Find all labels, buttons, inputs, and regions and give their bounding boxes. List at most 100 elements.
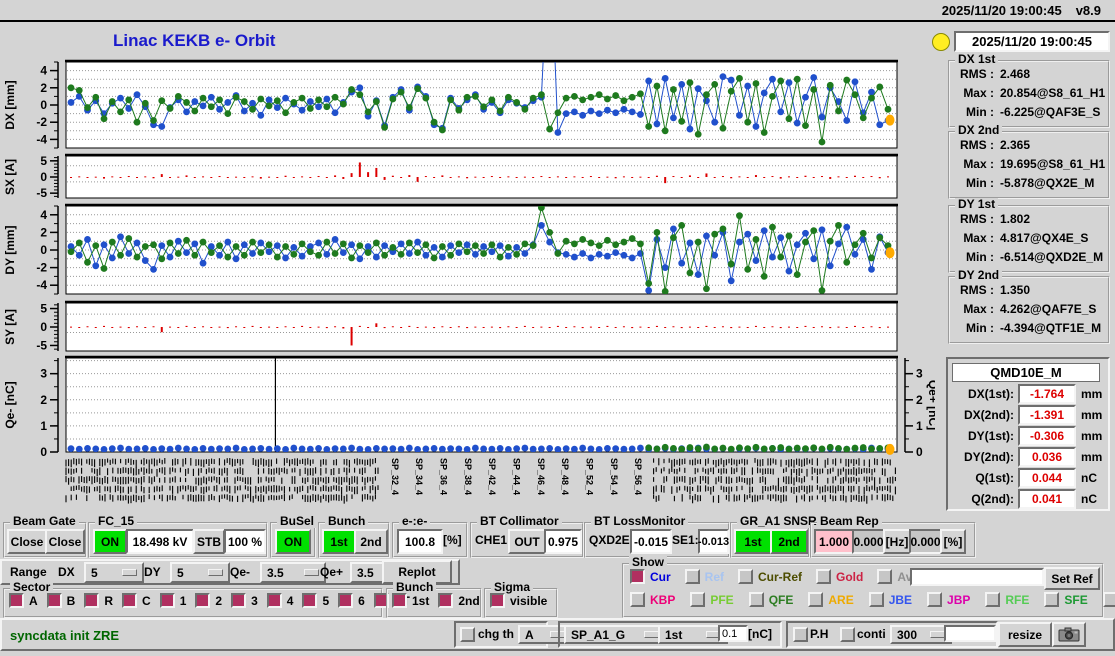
show-title: Show bbox=[629, 556, 667, 569]
range-qem-label: Qe- bbox=[230, 565, 250, 579]
monitor-row-unit: nC bbox=[1081, 492, 1097, 506]
sector-checkbox-c[interactable] bbox=[122, 593, 137, 608]
fc15-stb-button[interactable]: STB bbox=[193, 529, 225, 554]
beam-gate-close-2[interactable]: Close bbox=[45, 529, 85, 554]
bunch-2nd-button[interactable]: 2nd bbox=[354, 529, 388, 554]
sector-checkbox-1[interactable] bbox=[160, 593, 175, 608]
show-checkbox-gold[interactable] bbox=[816, 569, 831, 584]
busel-on-label: ON bbox=[284, 535, 302, 549]
sector-checkbox-5[interactable] bbox=[302, 593, 317, 608]
ph-checkbox[interactable] bbox=[793, 627, 808, 642]
sector-group: Sector ABRC123456BT bbox=[3, 588, 383, 618]
beam-gate-title: Beam Gate bbox=[10, 515, 79, 528]
show-label: JBE bbox=[889, 593, 912, 607]
show-checkbox-ave10[interactable] bbox=[877, 569, 892, 584]
show-checkbox-zre[interactable] bbox=[1103, 592, 1115, 607]
bunch-title: Bunch bbox=[325, 515, 368, 528]
sigma-checkbox-visible[interactable] bbox=[490, 593, 505, 608]
set-ref-button[interactable]: Set Ref bbox=[1044, 567, 1100, 590]
sp-bunch-value: 1st bbox=[665, 628, 682, 642]
resize-label: resize bbox=[1008, 628, 1042, 642]
show-item-jbp: JBP bbox=[927, 592, 970, 607]
sector-label: 5 bbox=[322, 594, 329, 608]
show-checkbox-kbp[interactable] bbox=[630, 592, 645, 607]
range-dx-select[interactable]: 5 bbox=[84, 562, 144, 583]
stat-row: Min :-5.878@QX2E_M bbox=[952, 174, 1105, 193]
qxd2e-label: QXD2E: bbox=[589, 533, 634, 547]
show-checkbox-are[interactable] bbox=[808, 592, 823, 607]
gr-a1-2nd-label: 2nd bbox=[778, 535, 799, 549]
sector-checkbox-2[interactable] bbox=[195, 593, 210, 608]
sector-label: 3 bbox=[251, 594, 258, 608]
bunch-check-label: 2nd bbox=[458, 594, 479, 608]
beam-gate-close-1[interactable]: Close bbox=[7, 529, 47, 554]
monitor-row-label: DX(2nd): bbox=[950, 408, 1014, 422]
show-label: Cur bbox=[650, 570, 671, 584]
svg-text:0: 0 bbox=[40, 445, 47, 459]
show-checkbox-sfe[interactable] bbox=[1044, 592, 1059, 607]
bunch-1st-button[interactable]: 1st bbox=[322, 529, 356, 554]
sector-item-1: 1 bbox=[160, 593, 187, 608]
svg-text:-2: -2 bbox=[36, 115, 47, 129]
che1-out-button[interactable]: OUT bbox=[508, 529, 546, 554]
stat-row-value: 4.817@QX4E_S bbox=[1000, 229, 1088, 248]
bunch-2nd-label: 2nd bbox=[360, 535, 381, 549]
show-checkbox-pfe[interactable] bbox=[690, 592, 705, 607]
conti-checkbox[interactable] bbox=[840, 627, 855, 642]
gr-a1-1st-label: 1st bbox=[744, 535, 761, 549]
show-checkbox-ref[interactable] bbox=[685, 569, 700, 584]
resize-button[interactable]: resize bbox=[998, 622, 1052, 647]
beam-rep-hz-text: [Hz] bbox=[886, 535, 909, 549]
show-item-pfe: PFE bbox=[690, 592, 733, 607]
threshold-input[interactable] bbox=[718, 625, 748, 642]
qxd2e-text: -0.015 bbox=[634, 535, 668, 549]
aux-input[interactable] bbox=[944, 625, 996, 642]
monitor-row: Q(1st):0.044nC bbox=[950, 467, 1104, 488]
show-checkbox-jbp[interactable] bbox=[927, 592, 942, 607]
show-checkbox-cur-ref[interactable] bbox=[738, 569, 753, 584]
bunch-group: Bunch 1st 2nd bbox=[318, 522, 390, 558]
sector-item-b: B bbox=[47, 593, 76, 608]
status-bar: syncdata init ZRE chg th A SP_A1_G 1st [… bbox=[0, 618, 1115, 651]
ref-name-input[interactable] bbox=[910, 568, 1044, 586]
sector-checkbox-4[interactable] bbox=[267, 593, 282, 608]
bt-collimator-title: BT Collimator bbox=[477, 515, 562, 528]
svg-text:0: 0 bbox=[40, 170, 47, 184]
x-axis-label: SP_48_4 bbox=[560, 458, 570, 495]
show-item-are: ARE bbox=[808, 592, 853, 607]
range-dy-select[interactable]: 5 bbox=[170, 562, 230, 583]
snapshot-button[interactable] bbox=[1052, 622, 1086, 647]
show-item-jbe: JBE bbox=[869, 592, 912, 607]
stat-row: Min :-6.514@QXD2E_M bbox=[952, 248, 1103, 267]
beam-rep-value-1: 1.000 bbox=[814, 529, 854, 554]
svg-text:5: 5 bbox=[40, 154, 47, 168]
stat-group-body: RMS :1.350Max :4.262@QAF7E_SMin :-4.394@… bbox=[952, 281, 1101, 338]
stat-row-label: RMS : bbox=[952, 65, 994, 84]
bunch-check-checkbox-2nd[interactable] bbox=[438, 593, 453, 608]
show-checkbox-rfe[interactable] bbox=[985, 592, 1000, 607]
sector-checkbox-r[interactable] bbox=[84, 593, 99, 608]
x-axis-label-band: SP_32_4SP_34_4SP_36_4SP_38_4SP_42_4SP_44… bbox=[66, 458, 895, 504]
range-qem-select[interactable]: 3.5 bbox=[260, 562, 326, 583]
show-checkbox-jbe[interactable] bbox=[869, 592, 884, 607]
status-lamp bbox=[932, 33, 950, 51]
sector-checkbox-3[interactable] bbox=[231, 593, 246, 608]
gr-a1-2nd-button[interactable]: 2nd bbox=[770, 529, 808, 554]
sector-checkbox-6[interactable] bbox=[338, 593, 353, 608]
show-label: ARE bbox=[828, 593, 853, 607]
show-checkbox-cur[interactable] bbox=[630, 569, 645, 584]
fc15-on-button[interactable]: ON bbox=[93, 529, 127, 554]
sp-select[interactable]: SP_A1_G bbox=[564, 625, 666, 644]
chg-th-checkbox[interactable] bbox=[460, 627, 475, 642]
count-select[interactable]: 300 bbox=[890, 625, 952, 644]
show-checkbox-qfe[interactable] bbox=[749, 592, 764, 607]
busel-on-button[interactable]: ON bbox=[275, 529, 311, 554]
stat-row-label: Min : bbox=[952, 319, 994, 338]
sector-checkbox-b[interactable] bbox=[47, 593, 62, 608]
option-menu-dash-icon bbox=[208, 569, 223, 576]
bunch-check-checkbox-1st[interactable] bbox=[392, 593, 407, 608]
gr-a1-1st-button[interactable]: 1st bbox=[734, 529, 772, 554]
stat-row-value: 19.695@S8_61_H1 bbox=[1000, 155, 1105, 174]
sigma-label: visible bbox=[510, 594, 547, 608]
sector-checkbox-a[interactable] bbox=[9, 593, 24, 608]
